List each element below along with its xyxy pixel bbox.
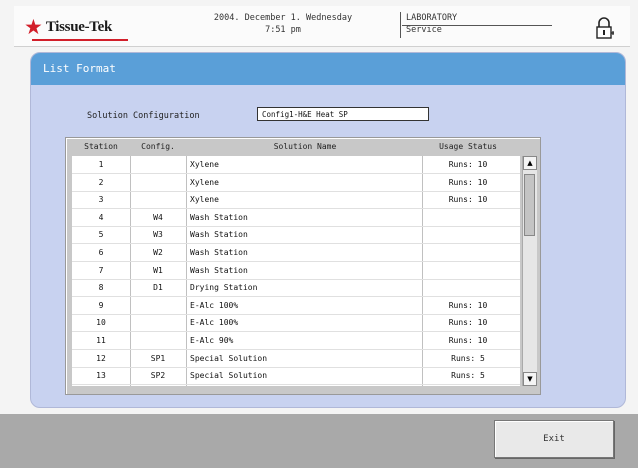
header-config: Config. [141,142,175,151]
table-row[interactable]: 2 Xylene Runs: 10 [72,174,520,192]
cell-station: 10 [96,318,106,328]
lock-icon[interactable] [594,16,616,40]
header-solution-name: Solution Name [273,142,337,151]
cell-usage-status: Runs: 10 [448,336,488,345]
table-row[interactable]: 6 W2 Wash Station [72,244,520,262]
cell-config: SP2 [150,371,166,381]
scroll-thumb[interactable] [524,174,535,236]
cell-solution-name: Xylene [190,160,219,169]
header-station: Station [84,142,118,151]
cell-solution-name: Wash Station [190,265,248,275]
table-row[interactable]: 4 W4 Wash Station [72,209,520,227]
cell-station: 3 [98,195,104,205]
cell-usage-status: Runs: 10 [448,177,488,187]
cell-station: 7 [98,265,104,275]
table-body: 1 Xylene Runs: 10 2 Xylene Runs: 10 3 Xylene Run… [72,156,520,386]
cell-station: 4 [98,212,104,222]
cell-station: 2 [98,177,104,187]
table-row[interactable]: 11 E-Alc 90% Runs: 10 [72,332,520,350]
cell-solution-name: Special Solution [190,371,268,381]
cell-station: 9 [98,300,104,310]
mode-text: Service [406,25,442,35]
cell-usage-status: Runs: 10 [448,318,488,328]
time-text: 7:51 pm [265,25,301,35]
cell-config: D1 [153,283,163,293]
table-row[interactable]: 12 SP1 Special Solution Runs: 5 [72,350,520,368]
cell-solution-name: Xylene [190,195,219,205]
logo-underline [32,39,128,41]
config-field[interactable]: Config1-H&E Heat SP [257,107,429,121]
location-text: LABORATORY [406,13,458,23]
table-header: Station Config. Solution Name Usage Stat… [66,138,540,155]
table-row[interactable]: 8 D1 Drying Station [72,279,520,298]
brand-name: Tissue-Tek [45,18,113,35]
cell-solution-name: E-Alc 100% [190,300,239,310]
cell-station: 6 [98,248,104,257]
cell-solution-name: E-Alc 100% [190,318,239,328]
cell-solution-name: Xylene [190,177,219,187]
app-window: ★ Tissue-Tek 2004. December 1. Wednesday… [0,0,638,468]
cell-config: W3 [153,230,163,240]
config-label: Solution Configuration [87,111,200,121]
cell-station: 13 [96,371,106,381]
header-usage-status: Usage Status [439,142,497,151]
cell-solution-name: Wash Station [190,230,248,240]
exit-button[interactable]: Exit [494,420,614,458]
list-format-panel: List Format Solution Configuration Confi… [30,52,626,408]
table-row[interactable]: 7 W1 Wash Station [72,262,520,280]
cell-solution-name: Special Solution [190,353,268,363]
cell-config: SP1 [150,353,166,363]
table-row[interactable]: 9 E-Alc 100% Runs: 10 [72,297,520,315]
cell-station: 12 [96,353,106,363]
star-icon: ★ [24,15,43,39]
cell-station: 11 [96,336,106,345]
cell-config: W4 [153,212,163,222]
cell-station: 8 [98,283,104,293]
cell-config: W1 [153,265,163,275]
cell-solution-name: E-Alc 90% [190,336,234,345]
cell-usage-status: Runs: 10 [448,300,488,310]
date-text: 2004. December 1. Wednesday [213,13,353,23]
header-bar: ★ Tissue-Tek 2004. December 1. Wednesday… [14,6,630,47]
panel-title: List Format [43,62,116,75]
header-divider [400,12,401,38]
station-table: Station Config. Solution Name Usage Stat… [65,137,541,395]
cell-solution-name: Wash Station [190,212,248,222]
cell-usage-status: Runs: 5 [451,353,485,363]
cell-usage-status: Runs: 10 [448,160,488,169]
table-row[interactable]: 10 E-Alc 100% Runs: 10 [72,314,520,333]
cell-usage-status: Runs: 5 [451,371,485,381]
table-row[interactable]: 13 SP2 Special Solution Runs: 5 [72,367,520,386]
cell-config: W2 [153,248,163,257]
cell-station: 5 [98,230,104,240]
cell-usage-status: Runs: 10 [448,195,488,205]
table-row[interactable]: 1 Xylene Runs: 10 [72,156,520,174]
location-info: LABORATORY Service [406,12,457,36]
scroll-down-button[interactable]: ▼ [523,372,537,386]
cell-station: 1 [98,160,104,169]
cell-solution-name: Wash Station [190,248,248,257]
table-row[interactable]: 3 Xylene Runs: 10 [72,191,520,210]
scroll-up-button[interactable]: ▲ [523,156,537,170]
cell-solution-name: Drying Station [190,283,258,293]
table-scrollbar[interactable]: ▲ ▼ [522,156,537,386]
datetime: 2004. December 1. Wednesday 7:51 pm [200,12,366,36]
brand-logo: ★ Tissue-Tek [24,15,113,39]
table-row[interactable]: 5 W3 Wash Station [72,226,520,245]
panel-title-bar: List Format [31,53,625,85]
